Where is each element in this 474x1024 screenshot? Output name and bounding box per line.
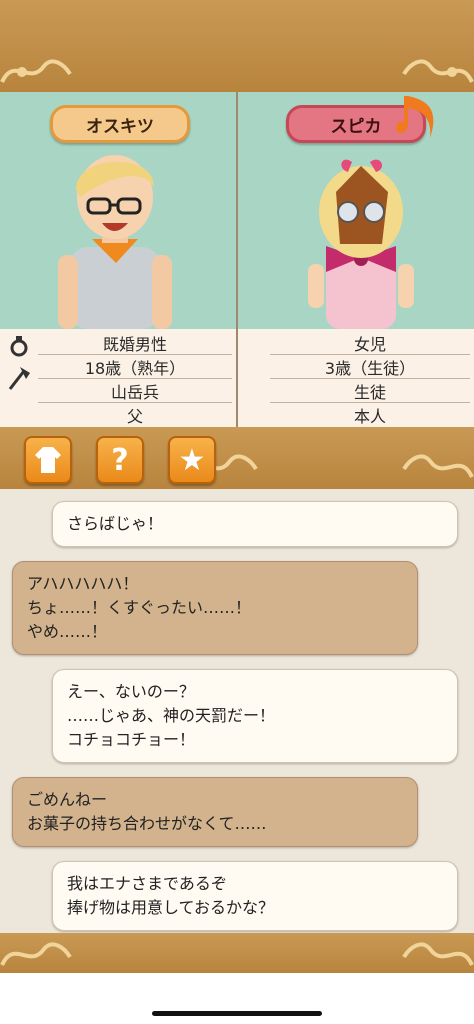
chat-message: さらばじゃ！ [52,501,458,547]
info-left-job: 山岳兵 [38,379,232,403]
info-left-marital: 既婚男性 [38,331,232,355]
question-button[interactable]: ? [96,436,144,484]
ornament-bottom-right-icon [402,942,474,966]
home-indicator-area [0,973,474,1024]
panel-divider [236,92,238,427]
question-icon: ? [111,442,129,478]
info-left-relation: 父 [126,406,143,426]
ornament-right-icon [402,59,474,83]
star-icon: ★ [178,442,206,478]
info-right-age: 3歳（生徒） [270,355,470,379]
home-indicator[interactable] [152,1011,322,1016]
axe-icon [8,367,30,390]
chat-message: えー、ないのー？ ……じゃあ、神の天罰だー！ コチョコチョー！ [52,669,458,763]
bottom-frame [0,933,474,973]
info-right-job: 生徒 [270,379,470,403]
character-name-left: オスキツ [50,105,190,143]
info-right-marital: 女児 [270,331,470,355]
ornament-right2-icon [402,454,474,478]
ornament-bottom-left-icon [0,942,72,966]
ornament-left-icon [0,59,72,83]
chat-log[interactable]: さらばじゃ！ アハハハハハ！ ちょ……！くすぐったい……！ やめ……！ えー、な… [0,489,474,933]
chat-message: 我はエナさまであるぞ 捧げ物は用意しておるかな？ [52,861,458,931]
chat-message: ごめんねー お菓子の持ち合わせがなくて…… [12,777,418,847]
chat-message: アハハハハハ！ ちょ……！くすぐったい……！ やめ……！ [12,561,418,655]
character-oskitsu-portrait [58,155,172,329]
music-note-icon [396,96,434,138]
outfit-button[interactable] [24,436,72,484]
outfit-icon [35,447,61,473]
top-frame [0,0,474,92]
ring-icon [10,336,28,357]
info-left-age: 18歳（熟年） [38,355,232,379]
character-spica-portrait [308,159,414,329]
info-right-relation: 本人 [353,406,386,426]
favorite-button[interactable]: ★ [168,436,216,484]
